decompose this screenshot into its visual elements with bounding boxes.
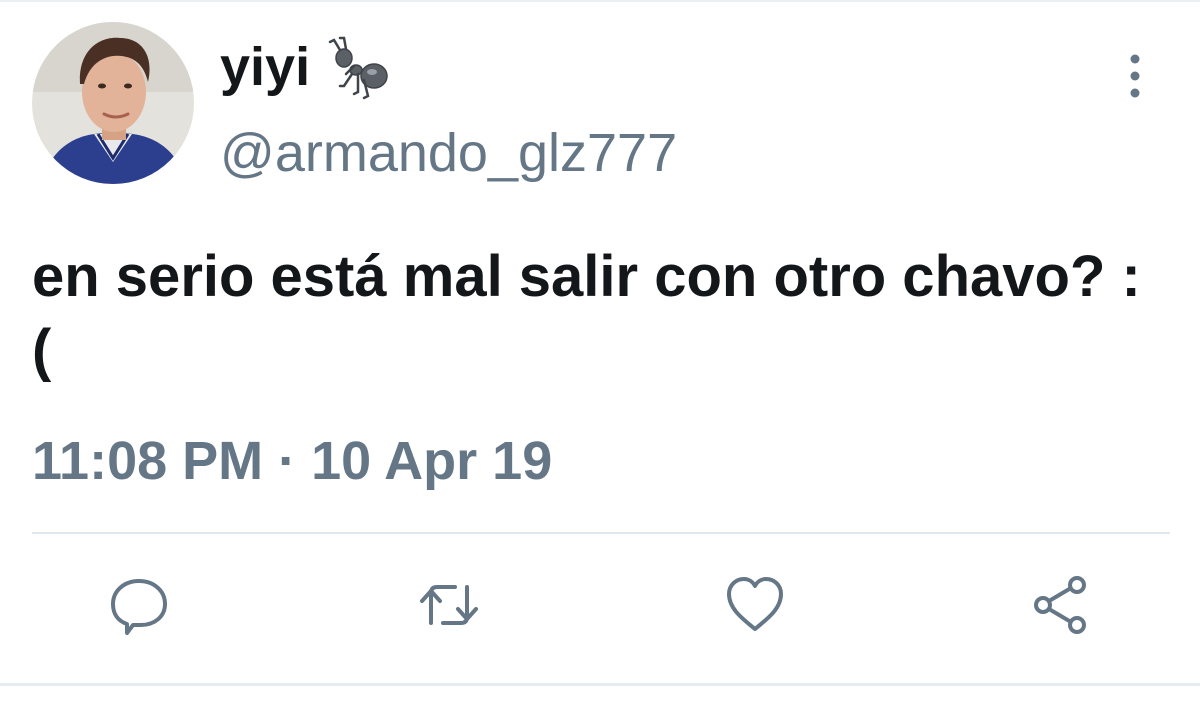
tweet-timestamp[interactable]: 11:08 PM · 10 Apr 19: [32, 434, 552, 488]
avatar-photo: [32, 22, 194, 184]
avatar[interactable]: [32, 22, 194, 184]
tweet-text: en serio está mal salir con otro chavo? …: [32, 244, 1141, 383]
display-name[interactable]: yiyi: [220, 40, 310, 94]
share-icon: [1034, 576, 1086, 634]
like-icon: [727, 577, 783, 631]
retweet-button[interactable]: [416, 572, 482, 638]
bottom-divider: [0, 683, 1200, 686]
like-button[interactable]: [722, 572, 788, 638]
user-handle[interactable]: @armando_glz777: [220, 126, 677, 180]
actions-divider: [32, 532, 1170, 534]
reply-button[interactable]: [106, 572, 172, 638]
retweet-icon: [420, 585, 478, 625]
share-button[interactable]: [1028, 572, 1094, 638]
top-divider: [0, 0, 1200, 2]
reply-icon: [111, 579, 167, 635]
ant-icon: [328, 36, 388, 100]
more-options-icon[interactable]: [1118, 52, 1152, 100]
